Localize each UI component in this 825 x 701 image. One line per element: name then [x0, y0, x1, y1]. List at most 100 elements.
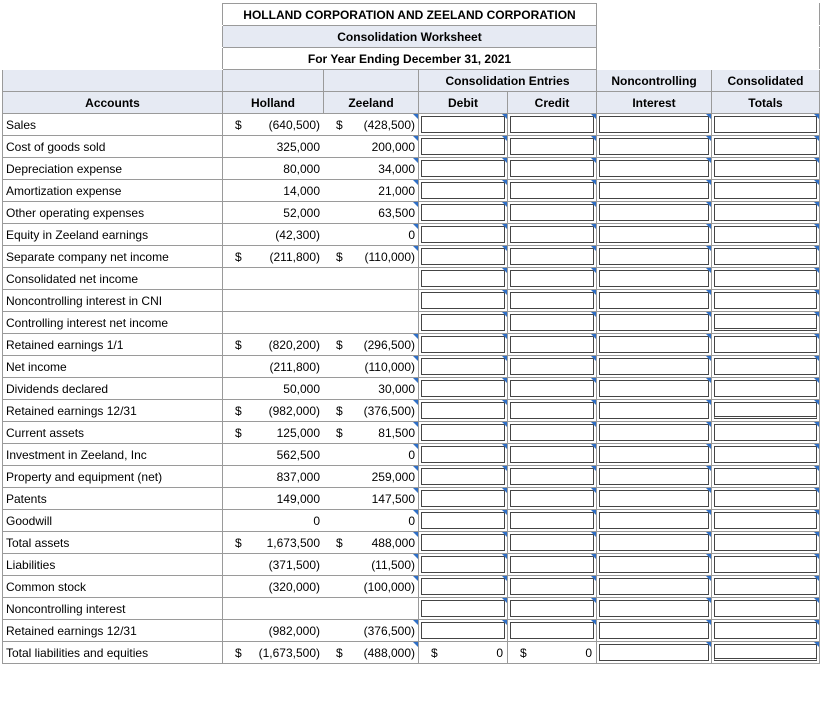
debit-input[interactable]: [418, 377, 508, 400]
input-box[interactable]: [421, 226, 505, 243]
debit-input[interactable]: [418, 113, 508, 136]
consolidated-input[interactable]: [711, 399, 820, 422]
zeeland-cell[interactable]: [323, 267, 419, 290]
consolidated-input[interactable]: [711, 509, 820, 532]
input-box[interactable]: [421, 292, 505, 309]
input-box[interactable]: [421, 358, 505, 375]
input-box[interactable]: [714, 468, 817, 485]
debit-input[interactable]: [418, 487, 508, 510]
input-box[interactable]: [714, 402, 817, 419]
consolidated-input[interactable]: [711, 531, 820, 554]
input-box[interactable]: [510, 578, 594, 595]
input-box[interactable]: [510, 160, 594, 177]
consolidated-input[interactable]: [711, 619, 820, 642]
zeeland-cell[interactable]: [323, 289, 419, 312]
credit-input[interactable]: [507, 355, 597, 378]
input-box[interactable]: [714, 556, 817, 573]
input-box[interactable]: [421, 468, 505, 485]
zeeland-cell[interactable]: [323, 597, 419, 620]
input-box[interactable]: [510, 446, 594, 463]
input-box[interactable]: [421, 314, 505, 331]
credit-input[interactable]: [507, 531, 597, 554]
input-box[interactable]: [421, 446, 505, 463]
credit-input[interactable]: [507, 399, 597, 422]
input-box[interactable]: [599, 578, 709, 595]
noncontrolling-input[interactable]: [596, 201, 712, 224]
debit-input[interactable]: [418, 619, 508, 642]
credit-input[interactable]: [507, 553, 597, 576]
input-box[interactable]: [714, 512, 817, 529]
debit-input[interactable]: [418, 311, 508, 334]
consolidated-input[interactable]: [711, 311, 820, 334]
input-box[interactable]: [599, 468, 709, 485]
input-box[interactable]: [421, 556, 505, 573]
credit-input[interactable]: [507, 223, 597, 246]
input-box[interactable]: [510, 556, 594, 573]
credit-input[interactable]: [507, 487, 597, 510]
credit-input[interactable]: [507, 289, 597, 312]
consolidated-input[interactable]: [711, 113, 820, 136]
input-box[interactable]: [714, 622, 817, 639]
input-box[interactable]: [714, 380, 817, 397]
debit-input[interactable]: [418, 531, 508, 554]
input-box[interactable]: [510, 512, 594, 529]
input-box[interactable]: [421, 534, 505, 551]
input-box[interactable]: [421, 204, 505, 221]
input-box[interactable]: [714, 644, 817, 661]
input-box[interactable]: [599, 336, 709, 353]
credit-input[interactable]: [507, 443, 597, 466]
input-box[interactable]: [714, 204, 817, 221]
consolidated-input[interactable]: [711, 223, 820, 246]
noncontrolling-input[interactable]: [596, 443, 712, 466]
noncontrolling-input[interactable]: [596, 509, 712, 532]
input-box[interactable]: [421, 600, 505, 617]
zeeland-cell[interactable]: [323, 311, 419, 334]
input-box[interactable]: [714, 446, 817, 463]
input-box[interactable]: [714, 116, 817, 133]
credit-input[interactable]: [507, 179, 597, 202]
debit-input[interactable]: [418, 179, 508, 202]
consolidated-input[interactable]: [711, 597, 820, 620]
input-box[interactable]: [714, 358, 817, 375]
credit-input[interactable]: [507, 509, 597, 532]
input-box[interactable]: [421, 336, 505, 353]
input-box[interactable]: [421, 270, 505, 287]
debit-input[interactable]: [418, 245, 508, 268]
credit-input[interactable]: [507, 377, 597, 400]
input-box[interactable]: [510, 270, 594, 287]
input-box[interactable]: [599, 380, 709, 397]
credit-input[interactable]: [507, 113, 597, 136]
input-box[interactable]: [421, 622, 505, 639]
noncontrolling-input[interactable]: [596, 421, 712, 444]
input-box[interactable]: [714, 424, 817, 441]
input-box[interactable]: [510, 226, 594, 243]
noncontrolling-input[interactable]: [596, 179, 712, 202]
noncontrolling-input[interactable]: [596, 553, 712, 576]
input-box[interactable]: [421, 248, 505, 265]
input-box[interactable]: [421, 490, 505, 507]
noncontrolling-input[interactable]: [596, 333, 712, 356]
consolidated-input[interactable]: [711, 355, 820, 378]
input-box[interactable]: [421, 402, 505, 419]
noncontrolling-input[interactable]: [596, 465, 712, 488]
input-box[interactable]: [714, 160, 817, 177]
holland-cell[interactable]: [222, 597, 324, 620]
input-box[interactable]: [599, 622, 709, 639]
input-box[interactable]: [510, 600, 594, 617]
input-box[interactable]: [599, 358, 709, 375]
input-box[interactable]: [421, 160, 505, 177]
input-box[interactable]: [421, 380, 505, 397]
input-box[interactable]: [714, 314, 817, 331]
input-box[interactable]: [714, 138, 817, 155]
consolidated-input[interactable]: [711, 267, 820, 290]
credit-input[interactable]: [507, 201, 597, 224]
noncontrolling-input[interactable]: [596, 377, 712, 400]
consolidated-input[interactable]: [711, 641, 820, 664]
input-box[interactable]: [714, 226, 817, 243]
noncontrolling-input[interactable]: [596, 575, 712, 598]
consolidated-input[interactable]: [711, 421, 820, 444]
noncontrolling-input[interactable]: [596, 355, 712, 378]
debit-input[interactable]: [418, 575, 508, 598]
input-box[interactable]: [421, 578, 505, 595]
debit-input[interactable]: [418, 223, 508, 246]
